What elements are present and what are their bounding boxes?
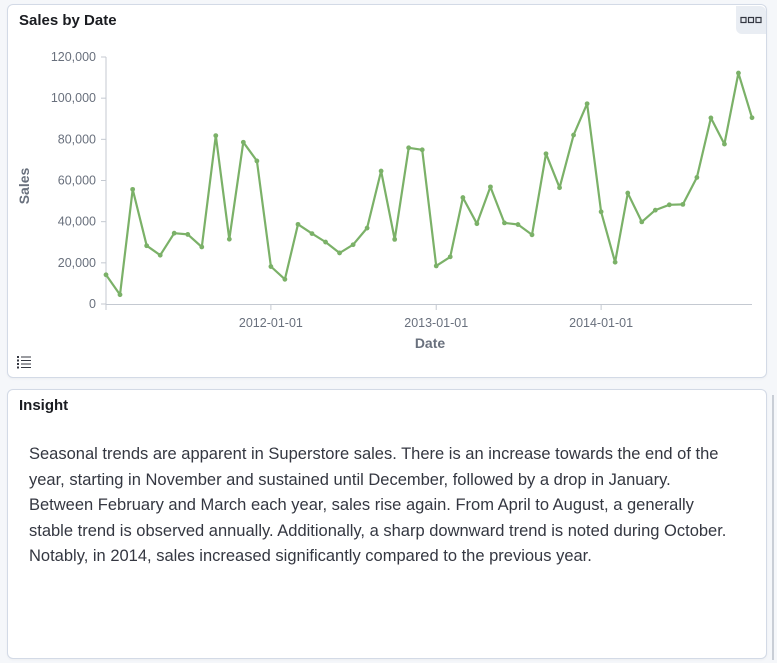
- data-point[interactable]: [529, 232, 535, 238]
- insight-panel: Insight Seasonal trends are apparent in …: [7, 389, 767, 659]
- data-point[interactable]: [157, 252, 163, 258]
- y-tick-label: 100,000: [51, 91, 96, 105]
- data-point[interactable]: [103, 272, 109, 278]
- y-tick-label: 80,000: [58, 132, 96, 146]
- sales-by-date-panel: Sales by Date 0 20,000 40,000 60,000 80,000 1…: [7, 4, 767, 378]
- data-point[interactable]: [144, 243, 150, 249]
- data-point[interactable]: [337, 250, 342, 256]
- x-axis: 2012-01-01 2013-01-01 2014-01-01: [105, 304, 752, 330]
- y-axis: 0 20,000 40,000 60,000 80,000 100,000 120,000: [51, 50, 107, 311]
- data-point[interactable]: [612, 259, 618, 265]
- scrollbar[interactable]: [772, 395, 774, 660]
- series-line: [105, 71, 754, 296]
- data-point[interactable]: [557, 185, 562, 191]
- data-point[interactable]: [240, 139, 246, 145]
- line-chart: 020,00040,00060,00080,000100,000120,000 …: [16, 50, 755, 351]
- x-tick-label: 2013-01-01: [404, 316, 468, 330]
- data-point[interactable]: [171, 230, 177, 236]
- data-point[interactable]: [309, 231, 315, 237]
- data-point[interactable]: [323, 239, 328, 245]
- data-point[interactable]: [652, 207, 658, 213]
- panel-title: Insight: [19, 397, 69, 414]
- data-point[interactable]: [254, 158, 260, 164]
- y-tick-label: 60,000: [58, 174, 96, 188]
- data-point[interactable]: [392, 236, 398, 242]
- y-tick-label: 20,000: [58, 256, 96, 270]
- data-point[interactable]: [226, 236, 232, 242]
- x-axis-title: Date: [415, 335, 446, 351]
- data-point[interactable]: [502, 220, 507, 226]
- y-tick-label: 40,000: [58, 215, 96, 229]
- data-point[interactable]: [130, 186, 136, 192]
- y-tick-label: 120,000: [51, 50, 96, 64]
- data-point[interactable]: [571, 132, 576, 138]
- data-point[interactable]: [543, 151, 549, 157]
- data-point[interactable]: [666, 202, 672, 208]
- data-point[interactable]: [584, 101, 590, 107]
- y-tick-label: 0: [89, 297, 96, 311]
- data-point[interactable]: [364, 225, 370, 231]
- insight-text: Seasonal trends are apparent in Supersto…: [29, 445, 727, 565]
- data-point[interactable]: [515, 222, 521, 227]
- data-point[interactable]: [268, 264, 274, 269]
- data-point[interactable]: [419, 147, 425, 153]
- data-point[interactable]: [199, 244, 205, 250]
- data-point[interactable]: [680, 201, 686, 207]
- data-point[interactable]: [708, 115, 714, 121]
- data-point[interactable]: [488, 184, 493, 190]
- data-point[interactable]: [749, 115, 755, 121]
- y-axis-title: Sales: [16, 167, 32, 204]
- data-point[interactable]: [460, 195, 466, 200]
- data-point[interactable]: [213, 133, 219, 139]
- data-point[interactable]: [736, 70, 741, 76]
- data-point[interactable]: [282, 276, 288, 282]
- data-point[interactable]: [433, 263, 439, 269]
- series-layer: [103, 70, 755, 298]
- x-tick-label: 2012-01-01: [239, 316, 303, 330]
- list-icon: [17, 356, 31, 369]
- data-point[interactable]: [625, 190, 631, 196]
- data-point[interactable]: [722, 141, 727, 147]
- data-point[interactable]: [185, 232, 191, 237]
- data-point[interactable]: [639, 219, 645, 225]
- x-tick-label: 2014-01-01: [569, 316, 633, 330]
- data-point[interactable]: [295, 221, 301, 227]
- data-point[interactable]: [447, 254, 453, 260]
- legend-toggle-button[interactable]: [16, 355, 32, 369]
- data-point[interactable]: [350, 242, 356, 248]
- data-point[interactable]: [378, 168, 384, 174]
- data-point[interactable]: [474, 221, 480, 227]
- data-point[interactable]: [406, 145, 412, 151]
- data-point[interactable]: [694, 175, 700, 180]
- data-point[interactable]: [117, 292, 123, 298]
- data-point[interactable]: [598, 209, 604, 215]
